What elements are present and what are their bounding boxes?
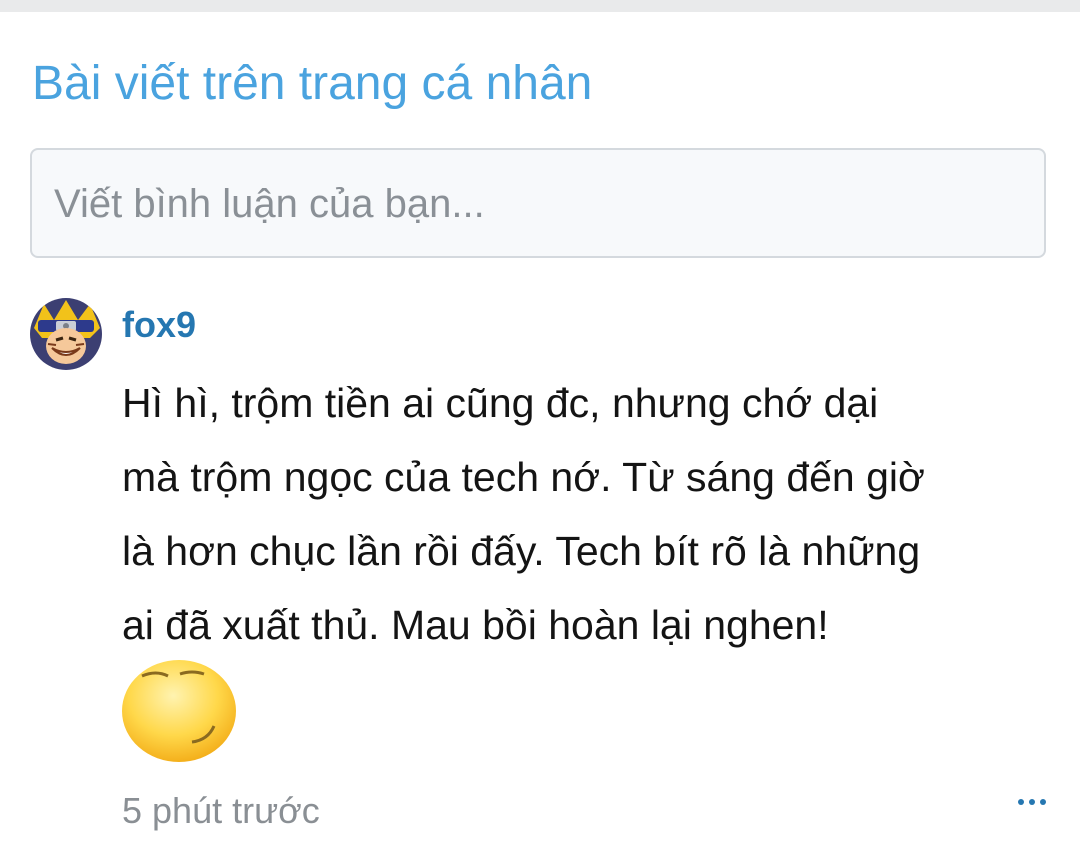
smiley-icon <box>122 660 236 762</box>
more-options-icon <box>1029 799 1035 805</box>
more-options-icon <box>1040 799 1046 805</box>
ninja-avatar-icon <box>30 298 102 370</box>
section-title: Bài viết trên trang cá nhân <box>32 57 593 110</box>
message-line: mà trộm ngọc của tech nớ. Từ sáng đến gi… <box>122 454 925 500</box>
more-options-icon <box>1018 799 1024 805</box>
post-author[interactable]: fox9 <box>122 302 196 348</box>
post-timestamp: 5 phút trước <box>122 790 320 831</box>
smug-smiley-emoticon <box>120 658 238 764</box>
comment-input[interactable]: Viết bình luận của bạn... <box>30 148 1046 258</box>
message-line: Hì hì, trộm tiền ai cũng đc, nhưng chớ d… <box>122 380 879 426</box>
avatar[interactable] <box>30 298 102 370</box>
post-message: Hì hì, trộm tiền ai cũng đc, nhưng chớ d… <box>122 366 1052 662</box>
message-line: là hơn chục lần rồi đấy. Tech bít rõ là … <box>122 528 921 574</box>
profile-posts-card: Bài viết trên trang cá nhân Viết bình lu… <box>0 12 1080 848</box>
comment-placeholder: Viết bình luận của bạn... <box>54 182 485 226</box>
more-options-button[interactable] <box>1008 782 1056 822</box>
message-line: ai đã xuất thủ. Mau bồi hoàn lại nghen! <box>122 602 829 648</box>
